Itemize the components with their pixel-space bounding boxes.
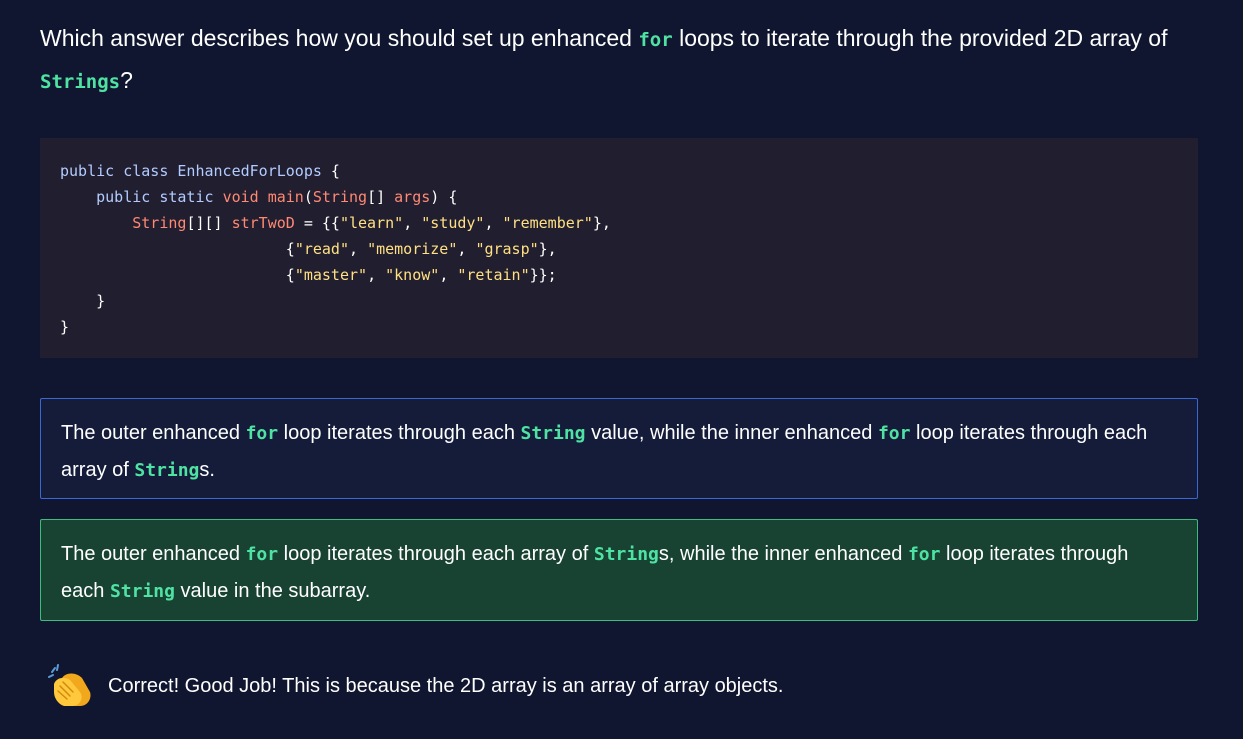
option-text-part: value in the subarray.: [174, 580, 371, 602]
code-token: (: [303, 188, 313, 206]
option-keyword: for: [245, 423, 279, 444]
code-token: {: [285, 266, 295, 284]
code-token: "learn": [339, 214, 404, 232]
code-token: "study": [421, 214, 485, 232]
code-token: }: [60, 318, 70, 336]
code-token: "master": [294, 266, 368, 284]
code-token: public static: [96, 188, 214, 206]
code-token: strTwoD: [231, 214, 295, 232]
code-token: ,: [367, 266, 386, 284]
answer-option-2-correct[interactable]: The outer enhanced for loop iterates thr…: [40, 519, 1198, 621]
question-keyword-strings: Strings: [40, 71, 121, 93]
question-keyword-for: for: [638, 29, 673, 51]
code-token: ,: [484, 214, 503, 232]
code-token: "grasp": [475, 240, 539, 258]
feedback-text: Correct! Good Job! This is because the 2…: [108, 674, 784, 697]
answer-option-1[interactable]: The outer enhanced for loop iterates thr…: [40, 398, 1198, 499]
option-keyword: String: [134, 460, 200, 481]
option-keyword: String: [593, 544, 659, 565]
code-token: },: [592, 214, 611, 232]
code-token: }};: [529, 266, 557, 284]
code-token: "read": [294, 240, 349, 258]
option-keyword: String: [109, 581, 175, 602]
code-token: ,: [457, 240, 476, 258]
code-line-6: }: [60, 292, 105, 310]
code-token: "retain": [457, 266, 530, 284]
code-token: main: [267, 188, 304, 206]
code-token: ,: [403, 214, 422, 232]
code-token: = {{: [294, 214, 340, 232]
code-token: String: [132, 214, 187, 232]
option-text-part: value, while the inner enhanced: [585, 422, 878, 444]
question-text-part: loops to iterate through the provided 2D…: [672, 25, 1168, 51]
option-text-part: s, while the inner enhanced: [658, 543, 908, 565]
code-token: }: [96, 292, 106, 310]
code-token: String: [312, 188, 368, 206]
option-text-part: s.: [199, 459, 215, 481]
option-keyword: for: [877, 423, 911, 444]
code-token: public class: [60, 162, 169, 180]
code-token: []: [367, 188, 395, 206]
code-line-5: {"master", "know", "retain"}};: [60, 266, 557, 284]
code-token: EnhancedForLoops: [177, 162, 322, 180]
code-block: public class EnhancedForLoops { public s…: [40, 138, 1198, 358]
option-keyword: for: [245, 544, 279, 565]
option-text-part: The outer enhanced: [61, 422, 246, 444]
code-token: {: [321, 162, 340, 180]
code-line-7: }: [60, 318, 69, 336]
code-token: {: [285, 240, 295, 258]
option-text-part: loop iterates through each: [278, 422, 521, 444]
code-token: [][]: [186, 214, 232, 232]
code-line-1: public class EnhancedForLoops {: [60, 162, 340, 180]
option-text-part: The outer enhanced: [61, 543, 246, 565]
code-token: args: [394, 188, 431, 206]
code-token: ) {: [430, 188, 458, 206]
question-text: Which answer describes how you should se…: [40, 18, 1200, 102]
code-token: ,: [439, 266, 458, 284]
code-content: public class EnhancedForLoops { public s…: [60, 158, 1178, 340]
code-line-3: String[][] strTwoD = {{"learn", "study",…: [60, 214, 611, 232]
question-text-part: Which answer describes how you should se…: [40, 25, 639, 51]
option-text-part: loop iterates through each array of: [278, 543, 594, 565]
code-token: },: [538, 240, 557, 258]
clapping-hands-icon: [46, 664, 94, 708]
code-line-4: {"read", "memorize", "grasp"},: [60, 240, 557, 258]
code-token: "remember": [502, 214, 593, 232]
option-keyword: for: [907, 544, 941, 565]
feedback-message: Correct! Good Job! This is because the 2…: [46, 664, 784, 708]
code-token: "memorize": [367, 240, 458, 258]
code-line-2: public static void main(String[] args) {: [60, 188, 457, 206]
code-token: void: [222, 188, 259, 206]
question-text-part: ?: [120, 67, 133, 93]
option-keyword: String: [520, 423, 586, 444]
code-token: ,: [349, 240, 368, 258]
code-token: "know": [385, 266, 440, 284]
